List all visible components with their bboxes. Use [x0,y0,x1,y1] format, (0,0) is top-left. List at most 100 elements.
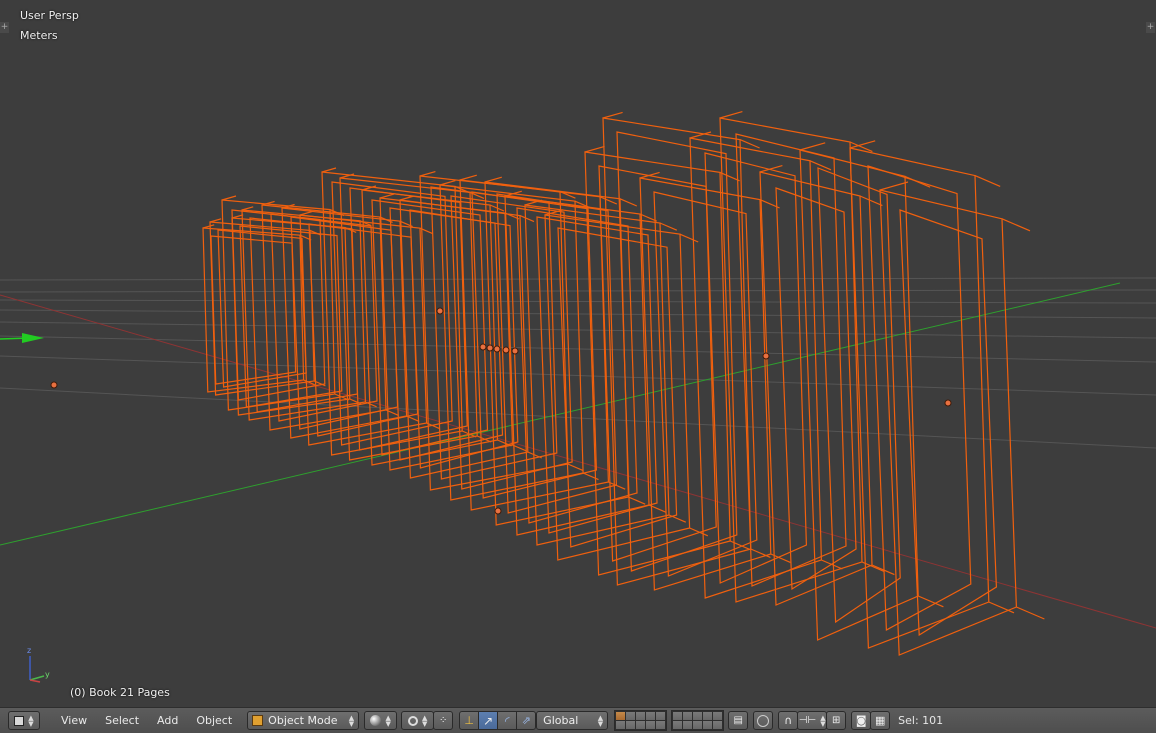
layer-6[interactable] [673,712,683,720]
page-edge [799,142,826,151]
layer-9[interactable] [703,712,713,720]
layer-15[interactable] [656,721,666,729]
layer-5[interactable] [656,712,666,720]
lock-layers-button[interactable]: ▤ [728,711,749,730]
layer-18[interactable] [693,721,703,729]
layer-16[interactable] [673,721,683,729]
page-inner-outline [653,191,758,577]
layer-7[interactable] [683,712,693,720]
menu-select[interactable]: Select [96,714,148,727]
viewport-shading-dropdown[interactable]: ▲ ▼ [364,711,398,730]
menu-view[interactable]: View [52,714,96,727]
layer-14[interactable] [646,721,656,729]
layer-13[interactable] [636,721,646,729]
proportional-edit-button[interactable] [753,711,774,730]
pivot-point-dropdown[interactable]: ▲ ▼ [401,711,435,730]
page-edge [729,540,751,550]
page-inner-outline [867,165,972,631]
page-edge [584,145,605,153]
page-edge [750,548,771,558]
arrow-icon: ↗ [483,713,494,728]
layer-8[interactable] [693,712,703,720]
page-inner-outline [899,209,998,637]
pivot-align-button[interactable]: ⁘ [433,711,454,730]
layer-10[interactable] [713,712,723,720]
page-wireframe [849,140,1015,649]
page-edge [988,601,1015,614]
page-edge [679,233,699,243]
mode-label: Object Mode [268,714,338,727]
layers-block-1[interactable] [614,710,668,731]
page-edge [879,181,909,191]
translate-manipulator-button[interactable]: ↗ [478,711,499,730]
chevron-updown-icon: ▲ ▼ [385,713,391,728]
layer-3[interactable] [636,712,646,720]
origin-dot [762,352,770,360]
grid-line [0,355,1156,396]
page-edge [628,496,646,505]
scale-manipulator-button[interactable]: ⇗ [516,711,537,730]
transform-orientation-dropdown[interactable]: Global ▲ ▼ [536,711,609,730]
menu-add[interactable]: Add [148,714,187,727]
layer-2[interactable] [626,712,636,720]
axis-y-label: y [45,670,50,679]
selection-status: Sel: 101 [898,714,944,727]
menu-object[interactable]: Object [187,714,241,727]
page-edge [1016,606,1045,620]
chevron-updown-icon: ▲ ▼ [28,713,34,728]
page-wireframe [584,145,751,576]
3d-viewport[interactable]: User Persp Meters (0) Book 21 Pages + + … [0,0,1156,707]
mode-dropdown[interactable]: Object Mode ▲ ▼ [247,711,360,730]
layer-17[interactable] [683,721,693,729]
layers-block-2[interactable] [671,710,725,731]
page-edge [759,165,783,173]
page-edge [484,176,502,183]
page-edge [719,171,740,182]
object-origins [50,307,952,515]
rotate-manipulator-button[interactable]: ◜ [497,711,518,730]
view-label: User Persp [20,9,79,22]
units-label: Meters [20,29,58,42]
origin-dot [944,399,952,407]
page-edge [659,222,678,231]
layer-4[interactable] [646,712,656,720]
snap-element-dropdown[interactable]: ⊣⊢ ▲ ▼ [797,711,828,730]
world-axes [0,282,1156,629]
page-edge [419,171,436,177]
page-edge [602,111,623,119]
page-edge [379,193,395,199]
selected-objects-wireframe[interactable] [202,111,1045,656]
page-edge [859,195,883,207]
snap-toggle-button[interactable]: ∩ [778,711,799,730]
page-inner-outline [231,209,326,401]
layer-1[interactable] [616,712,626,720]
page-outline [231,217,351,416]
scene-canvas [0,111,1156,656]
render-opengl-button[interactable]: ◙ [851,711,872,730]
page-edge [459,174,477,181]
render-animation-button[interactable]: ▦ [870,711,891,730]
grid-line [0,277,1156,281]
layer-11[interactable] [616,721,626,729]
page-edge [202,224,215,229]
page-edge [299,210,313,216]
snap-target-button[interactable]: ⊞ [826,711,847,730]
region-expand-left-icon[interactable]: + [0,22,9,33]
manipulator-toggle-button[interactable]: ⊥ [459,711,480,730]
scale-icon: ⇗ [521,714,531,727]
manipulator-icon: ⊥ [464,714,474,727]
layer-20[interactable] [713,721,723,729]
layer-19[interactable] [703,721,713,729]
manipulator-group: ⊥ ↗ ◜ ⇗ [459,711,537,730]
page-edge [582,472,599,481]
page-edge [567,463,584,472]
viewport-header: ▲ ▼ View Select Add Object Object Mode ▲ ▼… [0,707,1156,733]
editor-type-button[interactable]: ▲ ▼ [8,711,40,730]
chevron-updown-icon: ▲ ▼ [820,713,826,728]
arrow-head-icon [22,333,44,343]
page-edge [739,139,760,149]
origin-dot [436,307,444,315]
layer-12[interactable] [626,721,636,729]
origin-dot [494,507,502,515]
region-expand-right-icon[interactable]: + [1146,22,1155,33]
